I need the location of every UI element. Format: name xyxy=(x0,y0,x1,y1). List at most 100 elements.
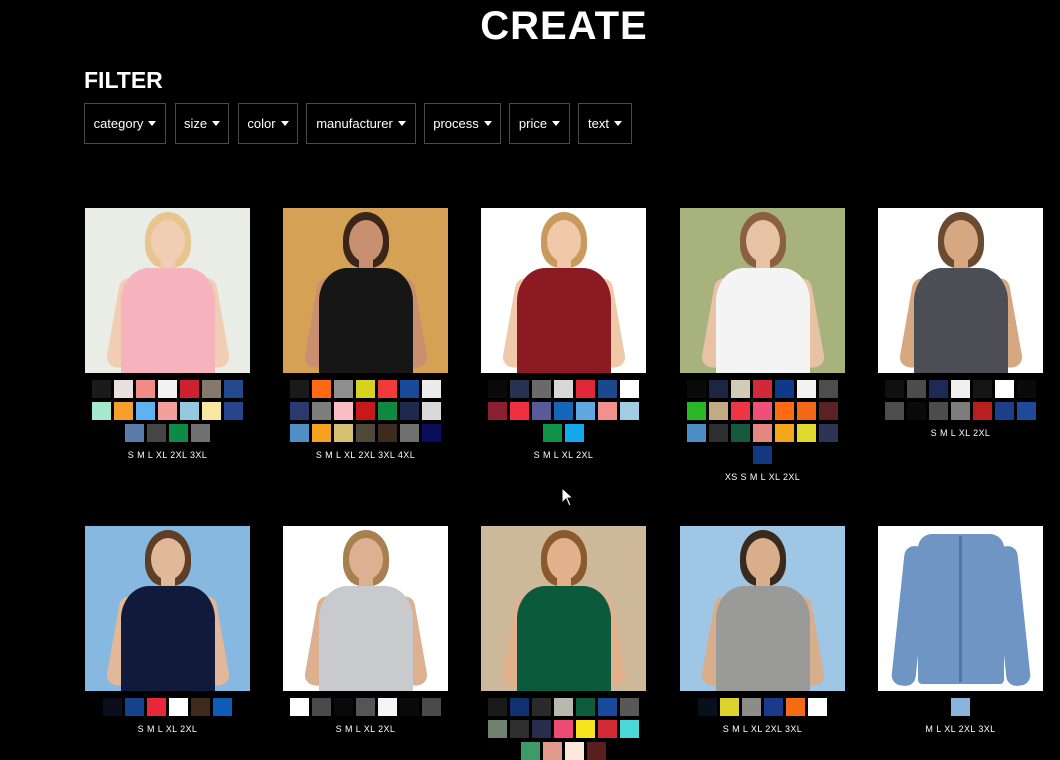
color-swatch[interactable] xyxy=(565,742,584,760)
filter-category-button[interactable]: category xyxy=(84,103,166,144)
color-swatch[interactable] xyxy=(334,698,353,716)
color-swatch[interactable] xyxy=(136,380,155,398)
color-swatch[interactable] xyxy=(753,446,772,464)
color-swatch[interactable] xyxy=(158,380,177,398)
product-card[interactable]: S M L XL 2XL 3XL xyxy=(680,526,845,734)
color-swatch[interactable] xyxy=(929,380,948,398)
color-swatch[interactable] xyxy=(224,402,243,420)
color-swatch[interactable] xyxy=(422,380,441,398)
color-swatch[interactable] xyxy=(687,424,706,442)
color-swatch[interactable] xyxy=(995,380,1014,398)
color-swatch[interactable] xyxy=(742,698,761,716)
color-swatch[interactable] xyxy=(488,698,507,716)
color-swatch[interactable] xyxy=(213,698,232,716)
filter-size-button[interactable]: size xyxy=(175,103,229,144)
color-swatch[interactable] xyxy=(202,402,221,420)
color-swatch[interactable] xyxy=(103,698,122,716)
color-swatch[interactable] xyxy=(720,698,739,716)
color-swatch[interactable] xyxy=(400,424,419,442)
color-swatch[interactable] xyxy=(753,424,772,442)
color-swatch[interactable] xyxy=(356,698,375,716)
color-swatch[interactable] xyxy=(543,424,562,442)
color-swatch[interactable] xyxy=(1017,402,1036,420)
color-swatch[interactable] xyxy=(797,380,816,398)
color-swatch[interactable] xyxy=(576,380,595,398)
color-swatch[interactable] xyxy=(731,402,750,420)
color-swatch[interactable] xyxy=(180,402,199,420)
color-swatch[interactable] xyxy=(290,380,309,398)
color-swatch[interactable] xyxy=(169,698,188,716)
color-swatch[interactable] xyxy=(92,402,111,420)
color-swatch[interactable] xyxy=(224,380,243,398)
color-swatch[interactable] xyxy=(709,380,728,398)
color-swatch[interactable] xyxy=(169,424,188,442)
woman-navy-polo-photo[interactable] xyxy=(85,526,250,691)
color-swatch[interactable] xyxy=(532,402,551,420)
filter-price-button[interactable]: price xyxy=(509,103,570,144)
color-swatch[interactable] xyxy=(378,698,397,716)
man-grey-longsleeve-photo[interactable] xyxy=(283,526,448,691)
color-swatch[interactable] xyxy=(565,424,584,442)
color-swatch[interactable] xyxy=(973,380,992,398)
color-swatch[interactable] xyxy=(620,402,639,420)
color-swatch[interactable] xyxy=(698,698,717,716)
color-swatch[interactable] xyxy=(885,380,904,398)
color-swatch[interactable] xyxy=(400,402,419,420)
color-swatch[interactable] xyxy=(532,698,551,716)
color-swatch[interactable] xyxy=(775,424,794,442)
filter-color-button[interactable]: color xyxy=(238,103,298,144)
color-swatch[interactable] xyxy=(797,424,816,442)
color-swatch[interactable] xyxy=(510,720,529,738)
filter-process-button[interactable]: process xyxy=(424,103,501,144)
color-swatch[interactable] xyxy=(753,380,772,398)
color-swatch[interactable] xyxy=(521,742,540,760)
color-swatch[interactable] xyxy=(378,402,397,420)
color-swatch[interactable] xyxy=(147,698,166,716)
filter-manufacturer-button[interactable]: manufacturer xyxy=(306,103,416,144)
color-swatch[interactable] xyxy=(356,402,375,420)
color-swatch[interactable] xyxy=(510,380,529,398)
product-card[interactable]: S M L XL 2XL xyxy=(878,208,1043,438)
color-swatch[interactable] xyxy=(422,698,441,716)
color-swatch[interactable] xyxy=(687,402,706,420)
color-swatch[interactable] xyxy=(709,402,728,420)
color-swatch[interactable] xyxy=(929,402,948,420)
color-swatch[interactable] xyxy=(334,402,353,420)
color-swatch[interactable] xyxy=(819,424,838,442)
color-swatch[interactable] xyxy=(764,698,783,716)
color-swatch[interactable] xyxy=(885,402,904,420)
color-swatch[interactable] xyxy=(775,380,794,398)
color-swatch[interactable] xyxy=(620,720,639,738)
color-swatch[interactable] xyxy=(312,402,331,420)
color-swatch[interactable] xyxy=(114,402,133,420)
color-swatch[interactable] xyxy=(202,380,221,398)
color-swatch[interactable] xyxy=(951,698,970,716)
product-card[interactable]: S M L XL 2XL 3XL 4XL xyxy=(283,208,448,460)
color-swatch[interactable] xyxy=(973,402,992,420)
color-swatch[interactable] xyxy=(488,402,507,420)
color-swatch[interactable] xyxy=(422,424,441,442)
color-swatch[interactable] xyxy=(510,698,529,716)
product-card[interactable]: S M L XL 2XL xyxy=(481,208,646,460)
product-card[interactable]: XS S M L XL 2XL xyxy=(680,208,845,482)
color-swatch[interactable] xyxy=(1017,380,1036,398)
woman-white-tee-photo[interactable] xyxy=(680,208,845,373)
color-swatch[interactable] xyxy=(598,380,617,398)
color-swatch[interactable] xyxy=(687,380,706,398)
color-swatch[interactable] xyxy=(598,720,617,738)
denim-shirt-photo[interactable] xyxy=(878,526,1043,691)
color-swatch[interactable] xyxy=(576,402,595,420)
color-swatch[interactable] xyxy=(951,402,970,420)
color-swatch[interactable] xyxy=(114,380,133,398)
color-swatch[interactable] xyxy=(334,380,353,398)
man-grey-pocket-tee-photo[interactable] xyxy=(878,208,1043,373)
color-swatch[interactable] xyxy=(808,698,827,716)
color-swatch[interactable] xyxy=(312,424,331,442)
woman-pink-tee-photo[interactable] xyxy=(85,208,250,373)
color-swatch[interactable] xyxy=(400,698,419,716)
color-swatch[interactable] xyxy=(819,402,838,420)
color-swatch[interactable] xyxy=(400,380,419,398)
color-swatch[interactable] xyxy=(587,742,606,760)
product-card[interactable]: S M L XL 2XL xyxy=(283,526,448,734)
color-swatch[interactable] xyxy=(753,402,772,420)
